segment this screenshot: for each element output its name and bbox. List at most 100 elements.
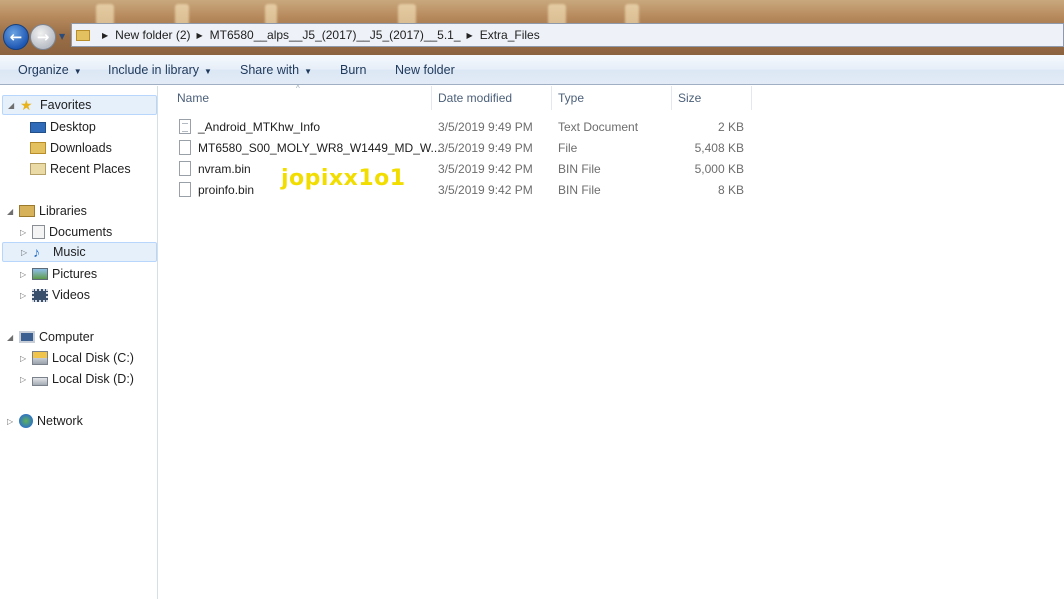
column-header-type[interactable]: Type: [552, 86, 672, 110]
burn-button[interactable]: Burn: [340, 63, 366, 77]
desktop-icon: [30, 121, 46, 133]
arrow-left-icon: ←: [9, 28, 23, 46]
collapse-arrow-icon[interactable]: ▷: [21, 248, 27, 257]
nav-favorites-label: Favorites: [40, 98, 92, 112]
collapse-arrow-icon[interactable]: ▷: [20, 270, 26, 279]
chevron-down-icon: ▼: [73, 67, 82, 76]
file-size: 8 KB: [717, 183, 744, 197]
file-row[interactable]: proinfo.bin 3/5/2019 9:42 PM BIN File 8 …: [159, 180, 759, 200]
chevron-right-icon[interactable]: ▶: [102, 31, 108, 40]
system-drive-icon: [32, 351, 48, 365]
file-icon: [179, 161, 191, 176]
recent-places-icon: [30, 163, 46, 175]
recent-pages-dropdown[interactable]: ▼: [59, 32, 65, 41]
burn-label: Burn: [340, 63, 367, 77]
expand-arrow-icon[interactable]: ◢: [7, 333, 13, 342]
nav-recent-places-label: Recent Places: [50, 162, 131, 176]
expand-arrow-icon[interactable]: ◢: [7, 207, 13, 216]
watermark-text: jopixx1o1: [281, 166, 406, 191]
file-date: 3/5/2019 9:49 PM: [438, 141, 533, 155]
file-type: BIN File: [558, 162, 601, 176]
collapse-arrow-icon[interactable]: ▷: [20, 228, 26, 237]
nav-pictures[interactable]: ▷ Pictures: [20, 264, 97, 284]
nav-libraries-label: Libraries: [39, 204, 87, 218]
chevron-right-icon[interactable]: ▶: [467, 31, 473, 40]
organize-button[interactable]: Organize ▼: [18, 63, 82, 77]
nav-local-disk-d-label: Local Disk (D:): [52, 372, 134, 386]
file-size: 5,408 KB: [694, 141, 744, 155]
file-row[interactable]: MT6580_S00_MOLY_WR8_W1449_MD_W... 3/5/20…: [159, 138, 759, 158]
file-row[interactable]: nvram.bin 3/5/2019 9:42 PM BIN File 5,00…: [159, 159, 759, 179]
back-button[interactable]: ←: [3, 24, 29, 50]
nav-documents-label: Documents: [49, 225, 113, 239]
breadcrumb-mt6580[interactable]: MT6580__alps__J5_(2017)__J5_(2017)__5.1_: [210, 28, 461, 42]
collapse-arrow-icon[interactable]: ▷: [20, 375, 26, 384]
file-list: ^ Name Date modified Type Size _Android_…: [159, 84, 1064, 599]
nav-videos[interactable]: ▷ Videos: [20, 285, 90, 305]
libraries-icon: [19, 205, 35, 217]
new-folder-label: New folder: [395, 63, 455, 77]
nav-favorites[interactable]: ◢ ★ Favorites: [2, 95, 157, 115]
breadcrumb-new-folder[interactable]: New folder (2): [115, 28, 190, 42]
collapse-arrow-icon[interactable]: ▷: [20, 291, 26, 300]
organize-label: Organize: [18, 63, 69, 77]
file-icon: [179, 182, 191, 197]
nav-downloads[interactable]: Downloads: [30, 138, 112, 158]
file-name: nvram.bin: [198, 162, 251, 176]
file-type: Text Document: [558, 120, 639, 134]
documents-icon: [32, 225, 45, 239]
breadcrumb-extra-files[interactable]: Extra_Files: [480, 28, 540, 42]
column-header-date-modified[interactable]: Date modified: [432, 86, 552, 110]
file-date: 3/5/2019 9:42 PM: [438, 162, 533, 176]
file-size: 5,000 KB: [694, 162, 744, 176]
nav-computer[interactable]: ◢ Computer: [2, 327, 94, 347]
network-icon: [19, 414, 33, 428]
share-with-button[interactable]: Share with ▼: [240, 63, 312, 77]
address-bar[interactable]: ▶ New folder (2) ▶ MT6580__alps__J5_(201…: [71, 23, 1064, 47]
column-header-date-label: Date modified: [438, 91, 513, 105]
title-bar: ← → ▼ ▶ New folder (2) ▶ MT6580__alps__J…: [0, 0, 1064, 55]
file-date: 3/5/2019 9:49 PM: [438, 120, 533, 134]
music-note-icon: ♪: [33, 244, 40, 260]
chevron-down-icon: ▼: [304, 67, 312, 76]
nav-music[interactable]: ▷ ♪ Music: [2, 242, 157, 262]
arrow-right-icon: →: [36, 28, 50, 46]
nav-desktop-label: Desktop: [50, 120, 96, 134]
expand-arrow-icon[interactable]: ◢: [8, 101, 14, 110]
file-date: 3/5/2019 9:42 PM: [438, 183, 533, 197]
column-header-name-label: Name: [177, 91, 210, 105]
film-icon: [32, 288, 48, 302]
nav-desktop[interactable]: Desktop: [30, 117, 96, 137]
new-folder-button[interactable]: New folder: [395, 63, 455, 77]
nav-network-label: Network: [37, 414, 83, 428]
nav-recent-places[interactable]: Recent Places: [30, 159, 131, 179]
nav-network[interactable]: ▷ Network: [2, 411, 83, 431]
file-icon: [179, 140, 191, 155]
collapse-arrow-icon[interactable]: ▷: [20, 354, 26, 363]
star-icon: ★: [20, 97, 33, 113]
chevron-right-icon[interactable]: ▶: [197, 31, 203, 40]
include-in-library-button[interactable]: Include in library ▼: [108, 63, 212, 77]
file-row[interactable]: _Android_MTKhw_Info 3/5/2019 9:49 PM Tex…: [159, 117, 759, 137]
column-header-size[interactable]: Size: [672, 86, 752, 110]
file-size: 2 KB: [717, 120, 744, 134]
file-type: BIN File: [558, 183, 601, 197]
navigation-pane: ◢ ★ Favorites Desktop Downloads Recent P…: [0, 86, 158, 599]
nav-documents[interactable]: ▷ Documents: [20, 222, 112, 242]
column-header-name[interactable]: Name: [171, 86, 432, 110]
nav-libraries[interactable]: ◢ Libraries: [2, 201, 87, 221]
nav-computer-label: Computer: [39, 330, 94, 344]
file-name: proinfo.bin: [198, 183, 255, 197]
drive-icon: [32, 376, 48, 386]
text-document-icon: [179, 119, 191, 134]
forward-button[interactable]: →: [30, 24, 56, 50]
nav-local-disk-d[interactable]: ▷ Local Disk (D:): [20, 369, 134, 389]
nav-videos-label: Videos: [52, 288, 90, 302]
share-with-label: Share with: [240, 63, 300, 77]
computer-icon: [19, 331, 35, 343]
nav-local-disk-c[interactable]: ▷ Local Disk (C:): [20, 348, 134, 368]
folder-icon: [76, 29, 90, 41]
collapse-arrow-icon[interactable]: ▷: [7, 417, 13, 426]
include-in-library-label: Include in library: [108, 63, 200, 77]
nav-pictures-label: Pictures: [52, 267, 98, 281]
